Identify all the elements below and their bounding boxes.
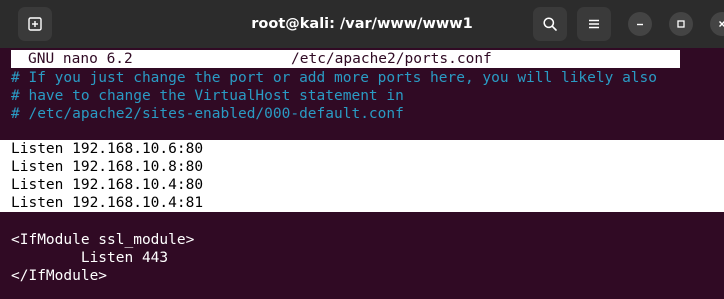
maximize-icon bbox=[677, 20, 685, 28]
ifmodule-open-line: <IfModule ssl_module> bbox=[11, 232, 195, 248]
hamburger-menu-icon bbox=[589, 19, 599, 29]
ifmodule-close-line: </IfModule> bbox=[11, 268, 108, 284]
comment-line: # have to change the VirtualHost stateme… bbox=[11, 88, 404, 104]
listen-line: Listen 192.168.10.6:80 bbox=[11, 141, 204, 157]
search-icon bbox=[543, 17, 557, 31]
new-tab-icon bbox=[28, 17, 42, 31]
listen-ssl-line: Listen 443 bbox=[11, 250, 169, 266]
nano-header-bar: GNU nano 6.2 /etc/apache2/ports.conf bbox=[11, 50, 680, 68]
listen-line: Listen 192.168.10.4:80 bbox=[11, 177, 204, 193]
minimize-icon bbox=[637, 23, 643, 26]
title-bar: root@kali: /var/www/www1 bbox=[0, 0, 724, 48]
menu-button[interactable] bbox=[577, 7, 611, 41]
search-button[interactable] bbox=[533, 7, 567, 41]
comment-line: # If you just change the port or add mor… bbox=[11, 70, 658, 86]
terminal-window: root@kali: /var/www/www1 GNU nano 6.2 /e… bbox=[0, 0, 724, 299]
listen-line: Listen 192.168.10.8:80 bbox=[11, 159, 204, 175]
close-button[interactable] bbox=[710, 12, 724, 36]
maximize-button[interactable] bbox=[669, 12, 693, 36]
comment-line: # /etc/apache2/sites-enabled/000-default… bbox=[11, 106, 404, 122]
terminal-area[interactable]: GNU nano 6.2 /etc/apache2/ports.conf # I… bbox=[0, 48, 724, 299]
minimize-button[interactable] bbox=[628, 12, 652, 36]
nano-version: GNU nano 6.2 bbox=[28, 51, 133, 67]
close-icon bbox=[719, 21, 724, 27]
nano-filename: /etc/apache2/ports.conf bbox=[291, 51, 492, 67]
listen-line: Listen 192.168.10.4:81 bbox=[11, 195, 204, 211]
window-title: root@kali: /var/www/www1 bbox=[251, 16, 473, 32]
new-tab-button[interactable] bbox=[18, 7, 52, 41]
